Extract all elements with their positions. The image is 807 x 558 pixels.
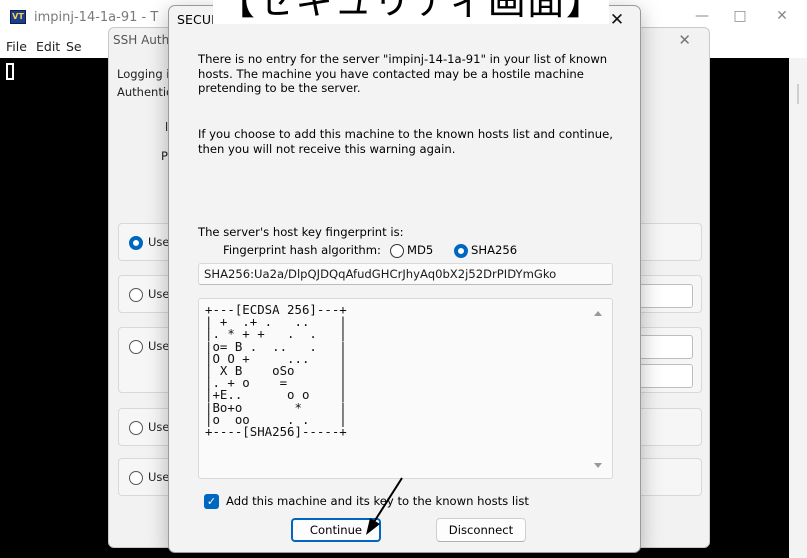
annotation-arrow-icon bbox=[366, 477, 403, 535]
